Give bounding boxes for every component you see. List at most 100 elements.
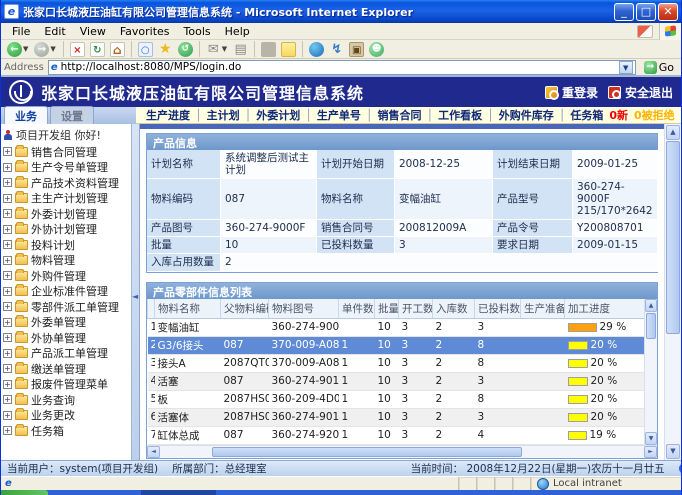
sidebar-item-18[interactable]: +业务更改 [1,408,131,424]
page-scroll-down-icon[interactable]: ▼ [666,444,680,459]
parts-horizontal-scrollbar[interactable]: ◄ ► [147,445,657,458]
start-button[interactable] [1,490,48,495]
expand-icon[interactable]: + [3,364,12,373]
expand-icon[interactable]: + [3,209,12,218]
search-icon[interactable]: ○ [136,41,155,58]
sidebar-item-8[interactable]: +物料管理 [1,253,131,269]
table-row[interactable]: 1变幅油缸360-274-9000F1032329 % [148,318,645,336]
nav-item-2[interactable]: 主计划 [207,107,240,123]
nav-item-4[interactable]: 生产单号 [317,107,361,123]
logout-button[interactable]: 安全退出 [608,84,673,101]
page-vertical-scrollbar[interactable]: ▲ ▼ [664,124,681,460]
table-row[interactable]: 5板2087HS002360-209-4D01011032820 % [148,390,645,408]
history-icon[interactable]: ↺ [176,41,195,58]
expand-icon[interactable]: + [3,395,12,404]
sidebar-item-9[interactable]: +外购件管理 [1,268,131,284]
column-header[interactable]: 入库数 [433,299,475,319]
sidebar-item-6[interactable]: +外协计划管理 [1,222,131,238]
address-input[interactable] [61,61,616,74]
column-header[interactable]: 已投料数 [475,299,521,319]
sidebar-item-3[interactable]: +产品技术资料管理 [1,175,131,191]
menu-item-help[interactable]: Help [218,24,257,39]
mail-dropdown-icon[interactable]: ▼ [221,45,228,53]
page-scroll-thumb[interactable] [666,141,680,334]
splitter-collapse-icon[interactable]: ◄ [132,292,138,301]
show-help-link[interactable]: ? 显示帮助 [679,461,682,476]
favorites-icon[interactable]: ★ [156,41,175,58]
scroll-right-icon[interactable]: ► [644,446,657,458]
expand-icon[interactable]: + [3,178,12,187]
expand-icon[interactable]: + [3,194,12,203]
expand-icon[interactable]: + [3,147,12,156]
nav-item-7[interactable]: 外购件库存 [499,107,554,123]
edit-icon[interactable] [259,41,278,58]
scroll-up-icon[interactable]: ▲ [645,299,657,312]
column-header[interactable]: 物料图号 [269,299,339,319]
address-dropdown-icon[interactable]: ▼ [619,61,633,74]
home-icon[interactable]: ⌂ [108,41,127,58]
column-header[interactable]: 批量 [375,299,399,319]
nav-item-3[interactable]: 外委计划 [256,107,300,123]
nav-item-1[interactable]: 生产进度 [146,107,190,123]
note-icon[interactable] [279,41,298,58]
table-row[interactable]: 2G3/6接头087370-009-A084011032820 % [148,336,645,354]
sidebar-item-19[interactable]: +任务箱 [1,423,131,439]
column-header[interactable]: 单件数量 [339,299,375,319]
parts-hscroll-thumb[interactable] [212,447,522,457]
expand-icon[interactable]: + [3,333,12,342]
table-row[interactable]: 6活塞体2087HS002360-274-9011W11032320 % [148,408,645,426]
windows-taskbar[interactable] [1,490,681,495]
relogin-button[interactable]: 重登录 [545,84,598,101]
scroll-left-icon[interactable]: ◄ [147,446,160,458]
column-header[interactable]: 开工数 [399,299,433,319]
expand-icon[interactable]: + [3,380,12,389]
messenger-icon[interactable]: ☻ [367,41,386,58]
nav-item-6[interactable]: 工作看板 [438,107,482,123]
nav-item-8[interactable]: 任务箱 [570,107,603,123]
column-header[interactable]: 生产准备 [521,299,565,319]
sidebar-item-17[interactable]: +业务查询 [1,392,131,408]
expand-icon[interactable]: + [3,256,12,265]
menu-item-view[interactable]: View [73,24,113,39]
menu-item-tools[interactable]: Tools [177,24,218,39]
toolbar-extension-icon[interactable] [637,25,653,38]
expand-icon[interactable]: + [3,225,12,234]
column-header[interactable]: 加工进度 [565,299,645,319]
column-header[interactable] [148,299,155,319]
draw-icon[interactable]: ↯ [327,41,346,58]
tab-业务[interactable]: 业务 [4,106,48,124]
parts-scroll-thumb[interactable] [646,313,656,339]
minimize-button[interactable]: _ [614,3,634,21]
sidebar-item-1[interactable]: +销售合同管理 [1,144,131,160]
sidebar-item-15[interactable]: +缴送单管理 [1,361,131,377]
stop-icon[interactable]: × [68,41,87,58]
mail-icon[interactable]: ✉▼ [204,41,230,58]
sidebar-item-10[interactable]: +企业标准件管理 [1,284,131,300]
sidebar-item-12[interactable]: +外委单管理 [1,315,131,331]
sidebar-item-11[interactable]: +零部件派工单管理 [1,299,131,315]
taskbar-task-button[interactable] [141,490,216,495]
back-dropdown-icon[interactable]: ▼ [22,45,29,53]
expand-icon[interactable]: + [3,426,12,435]
maximize-button[interactable]: □ [636,3,656,21]
research-icon[interactable]: ▣ [347,41,366,58]
go-button[interactable]: → Go [640,60,678,75]
tab-设置[interactable]: 设置 [50,106,94,124]
menu-item-file[interactable]: File [5,24,37,39]
expand-icon[interactable]: + [3,411,12,420]
table-row[interactable]: 7缸体总成087360-274-9200F11032419 % [148,426,645,444]
table-row[interactable]: 3接头A2087QT002370-009-A085011032820 % [148,354,645,372]
back-icon[interactable]: ←▼ [5,41,31,58]
refresh-icon[interactable]: ↻ [88,41,107,58]
table-row[interactable]: 4活塞087360-274-9010F11032320 % [148,372,645,390]
sidebar-item-7[interactable]: +投料计划 [1,237,131,253]
parts-vertical-scrollbar[interactable]: ▲ ▼ [644,299,657,445]
page-scroll-up-icon[interactable]: ▲ [666,125,680,140]
menu-item-edit[interactable]: Edit [37,24,72,39]
expand-icon[interactable]: + [3,318,12,327]
sidebar-item-16[interactable]: +报废件管理菜单 [1,377,131,393]
forward-dropdown-icon[interactable]: ▼ [49,45,56,53]
sidebar-item-2[interactable]: +生产令号单管理 [1,160,131,176]
expand-icon[interactable]: + [3,287,12,296]
expand-icon[interactable]: + [3,163,12,172]
